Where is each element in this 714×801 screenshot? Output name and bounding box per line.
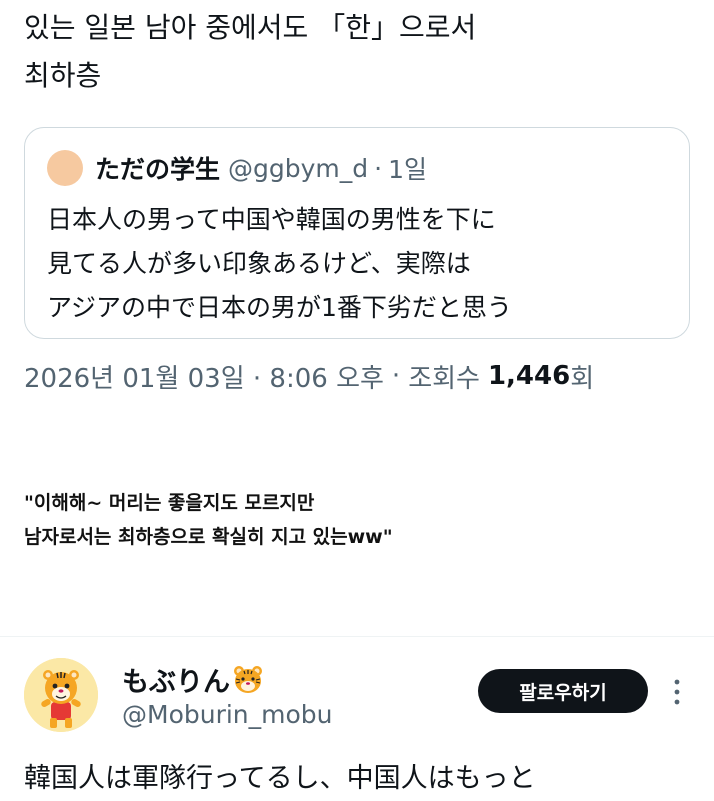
tweet-meta: 2026년 01월 03일 · 8:06 오후 · 조회수 1,446 회 [24,352,594,400]
quote-author-handle[interactable]: @ggbym_d [228,154,368,183]
translation-caption: "이해해~ 머리는 좋을지도 모르지만 남자로서는 최하층으로 확실히 지고 있… [24,486,393,554]
quote-author-name[interactable]: ただの学生 [95,150,220,186]
author-name-text: もぶりん [122,667,230,698]
more-options-icon[interactable] [670,677,684,707]
tiger-face-icon [234,665,262,693]
quote-text-line: 日本人の男って中国や韓国の男性を下に [47,205,496,234]
quote-tweet-card[interactable]: ただの学生 @ggbym_d · 1일 日本人の男って中国や韓国の男性を下に 見… [24,127,690,339]
views-label: 조회수 [408,363,480,394]
quote-text-line: 見てる人が多い印象あるけど、実際は [47,249,471,278]
follow-button[interactable]: 팔로우하기 [478,669,648,713]
author-name[interactable]: もぶりん [122,660,264,699]
quote-text-line: アジアの中で日本の男が1番下劣だと思う [47,293,512,322]
divider [0,636,714,637]
tweet-text: 韓国人は軍隊行ってるし、中国人はもっと [24,763,536,794]
caption-line: "이해해~ 머리는 좋을지도 모르지만 [24,492,315,514]
quote-header: ただの学生 @ggbym_d · 1일 [47,148,427,188]
tweet-datetime[interactable]: 2026년 01월 03일 · 8:06 오후 [24,358,384,395]
tweet-text-line: 있는 일본 남아 중에서도 「한」으로서 [24,11,477,44]
author-handle[interactable]: @Moburin_mobu [122,700,333,729]
quote-text: 日本人の男って中国や韓国の男性を下に 見てる人が多い印象あるけど、実際は アジア… [47,198,677,330]
separator-dot: · [391,361,401,391]
views-count: 1,446 [487,361,571,391]
avatar[interactable] [24,658,98,732]
views-suffix: 회 [570,363,595,394]
quote-timestamp[interactable]: 1일 [388,150,427,186]
tweet-text: 있는 일본 남아 중에서도 「한」으로서 최하층 [24,4,694,100]
avatar[interactable] [47,150,83,186]
caption-line: 남자로서는 최하층으로 확실히 지고 있는ww" [24,526,393,548]
separator-dot: · [374,153,383,183]
tweet-text-line: 최하층 [24,59,102,92]
tiger-mascot-icon [24,658,98,732]
